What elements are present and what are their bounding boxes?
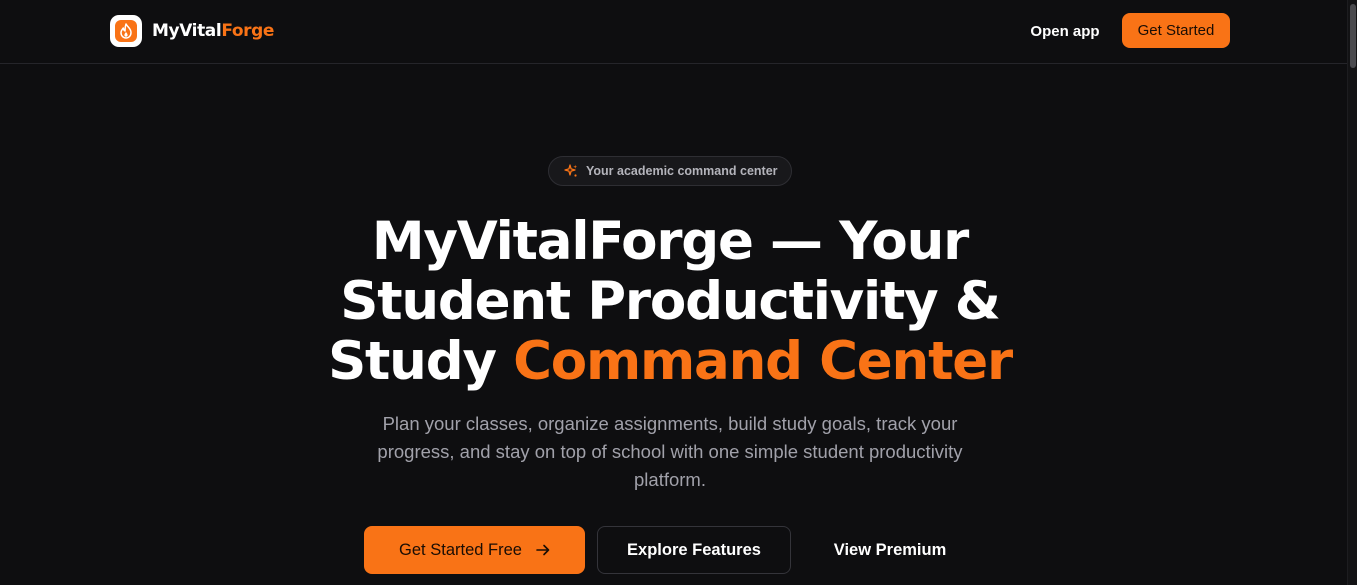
brand-logo[interactable]: MyVitalForge (110, 15, 274, 47)
flame-icon (120, 23, 132, 39)
subtext-line-3: platform. (634, 469, 706, 490)
headline-accent: Command Center (513, 331, 1013, 392)
headline-line-2: Student Productivity & (340, 271, 1001, 332)
subtext-line-1: Plan your classes, organize assignments,… (382, 413, 958, 434)
hero-headline: MyVitalForge — Your Student Productivity… (300, 212, 1040, 392)
open-app-link[interactable]: Open app (1022, 14, 1108, 48)
get-started-free-label: Get Started Free (399, 540, 522, 559)
brand-name: MyVitalForge (152, 21, 274, 41)
page-scrollbar[interactable] (1347, 0, 1357, 585)
brand-name-part1: MyVital (152, 21, 222, 41)
scrollbar-thumb[interactable] (1350, 4, 1356, 68)
subtext-line-2: progress, and stay on top of school with… (377, 441, 963, 462)
brand-name-part2: Forge (221, 21, 274, 41)
hero-badge-text: Your academic command center (586, 164, 778, 178)
headline-line-3-plain: Study (328, 331, 514, 392)
hero-subtext: Plan your classes, organize assignments,… (350, 410, 990, 494)
hero-badge: Your academic command center (548, 156, 792, 186)
headline-line-1: MyVitalForge — Your (371, 211, 969, 272)
get-started-button[interactable]: Get Started (1122, 13, 1230, 48)
site-header: MyVitalForge Open app Get Started (0, 0, 1347, 64)
logo-badge (110, 15, 142, 47)
get-started-free-button[interactable]: Get Started Free (364, 526, 585, 574)
headline-line-3: Study Command Center (300, 332, 1040, 392)
arrow-right-icon (536, 544, 550, 556)
explore-features-button[interactable]: Explore Features (597, 526, 791, 574)
view-premium-link[interactable]: View Premium (803, 526, 977, 574)
sparkles-icon (564, 164, 578, 177)
